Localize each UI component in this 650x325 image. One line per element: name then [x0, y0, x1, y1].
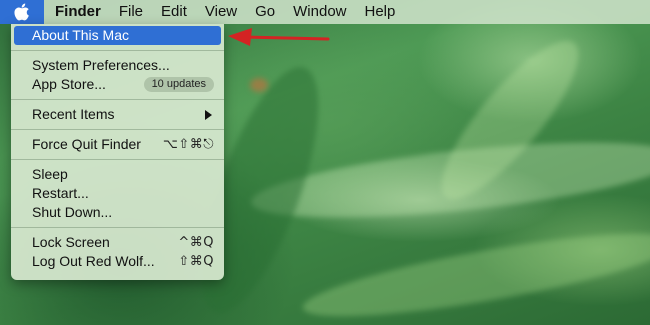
menu-item-sleep[interactable]: Sleep	[11, 165, 224, 184]
menu-item-about-this-mac[interactable]: About This Mac	[14, 26, 221, 45]
menu-separator	[11, 159, 224, 160]
menu-item-shut-down[interactable]: Shut Down...	[11, 203, 224, 222]
wallpaper-grass-blade	[298, 217, 650, 325]
menu-item-system-preferences[interactable]: System Preferences...	[11, 56, 224, 75]
menubar-item-view[interactable]: View	[196, 0, 246, 24]
menu-item-recent-items[interactable]: Recent Items	[11, 105, 224, 124]
menu-separator	[11, 129, 224, 130]
menu-item-restart[interactable]: Restart...	[11, 184, 224, 203]
menubar-item-file[interactable]: File	[110, 0, 152, 24]
menu-item-label: System Preferences...	[32, 57, 170, 73]
keyboard-shortcut: ⇧⌘Q	[178, 254, 214, 269]
menu-separator	[11, 50, 224, 51]
menu-item-label: Log Out Red Wolf...	[32, 253, 155, 269]
menu-bar: Finder File Edit View Go Window Help	[0, 0, 650, 24]
updates-badge: 10 updates	[143, 77, 214, 92]
menubar-item-go[interactable]: Go	[246, 0, 284, 24]
menu-item-label: Lock Screen	[32, 234, 110, 250]
keyboard-shortcut: ^⌘Q	[178, 235, 214, 250]
submenu-arrow-icon	[205, 109, 212, 120]
menu-item-label: Force Quit Finder	[32, 136, 141, 152]
menu-item-label: Restart...	[32, 185, 89, 201]
menu-item-log-out[interactable]: Log Out Red Wolf... ⇧⌘Q	[11, 252, 224, 271]
menubar-app-finder[interactable]: Finder	[44, 0, 110, 24]
menu-item-label: About This Mac	[32, 27, 130, 43]
keyboard-shortcut: ⌥⇧⌘⎋	[162, 137, 214, 152]
red-arrow-icon	[228, 28, 330, 46]
apple-dropdown-menu: About This Mac System Preferences... App…	[11, 24, 224, 280]
menu-item-label: App Store...	[32, 76, 106, 92]
menubar-item-help[interactable]: Help	[356, 0, 405, 24]
menu-item-label: Shut Down...	[32, 204, 113, 220]
menu-item-label: Recent Items	[32, 106, 115, 122]
menubar-item-edit[interactable]: Edit	[152, 0, 196, 24]
menu-item-lock-screen[interactable]: Lock Screen ^⌘Q	[11, 233, 224, 252]
wallpaper-blur-spot	[250, 78, 268, 92]
menu-item-label: Sleep	[32, 166, 68, 182]
menu-item-force-quit[interactable]: Force Quit Finder ⌥⇧⌘⎋	[11, 135, 224, 154]
apple-logo-icon	[14, 3, 30, 21]
apple-menu-button[interactable]	[0, 0, 44, 24]
menu-separator	[11, 99, 224, 100]
menu-item-app-store[interactable]: App Store... 10 updates	[11, 75, 224, 94]
menubar-item-window[interactable]: Window	[284, 0, 355, 24]
menu-separator	[11, 227, 224, 228]
